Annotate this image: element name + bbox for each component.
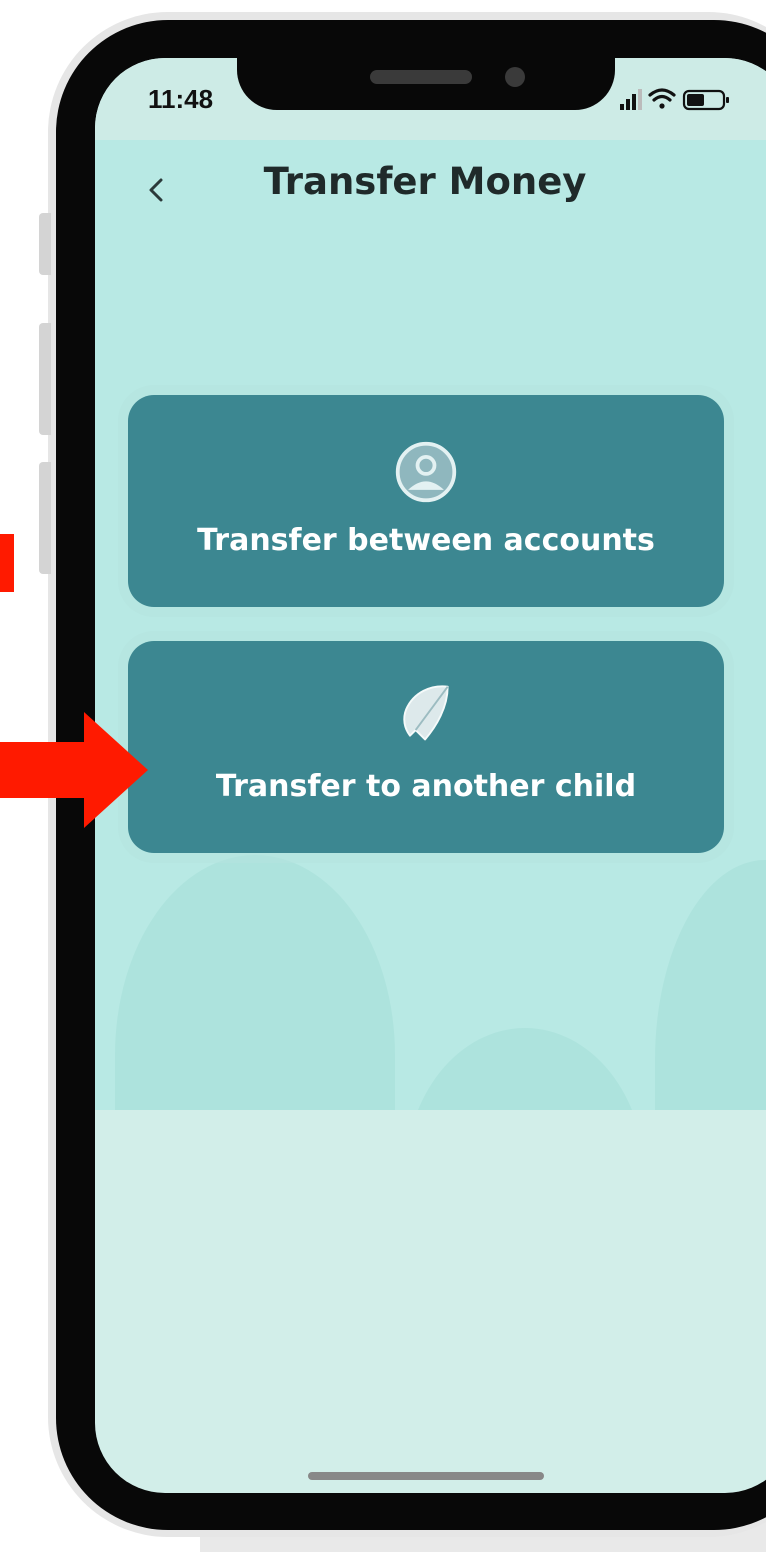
battery-icon xyxy=(682,89,729,111)
arrow-right-icon xyxy=(0,712,148,828)
signal-icon xyxy=(620,89,642,110)
front-camera xyxy=(505,67,525,87)
background-hill xyxy=(655,860,766,1110)
chevron-left-icon[interactable] xyxy=(140,170,176,210)
paper-plane-icon xyxy=(403,685,449,741)
background-hill xyxy=(405,1028,645,1110)
option-label: Transfer to another child xyxy=(215,769,637,804)
status-icons xyxy=(620,88,729,111)
home-indicator[interactable] xyxy=(308,1472,544,1480)
side-button-volume-up xyxy=(39,323,51,435)
wifi-icon xyxy=(648,88,676,109)
app-background xyxy=(95,140,766,1110)
option-label: Transfer between accounts xyxy=(197,523,655,558)
stage: 11:48 Transfer Money Transfer between ac… xyxy=(0,0,766,1552)
page-title: Transfer Money xyxy=(263,160,587,203)
speaker-grille xyxy=(370,70,472,84)
transfer-to-another-child-button[interactable]: Transfer to another child xyxy=(128,641,724,853)
annotation-marker xyxy=(0,534,14,592)
side-button-volume-down xyxy=(39,462,51,574)
status-time: 11:48 xyxy=(148,84,214,114)
side-button-mute xyxy=(39,213,51,275)
background-hill xyxy=(115,855,395,1110)
user-circle-icon xyxy=(395,441,457,503)
transfer-between-accounts-button[interactable]: Transfer between accounts xyxy=(128,395,724,607)
